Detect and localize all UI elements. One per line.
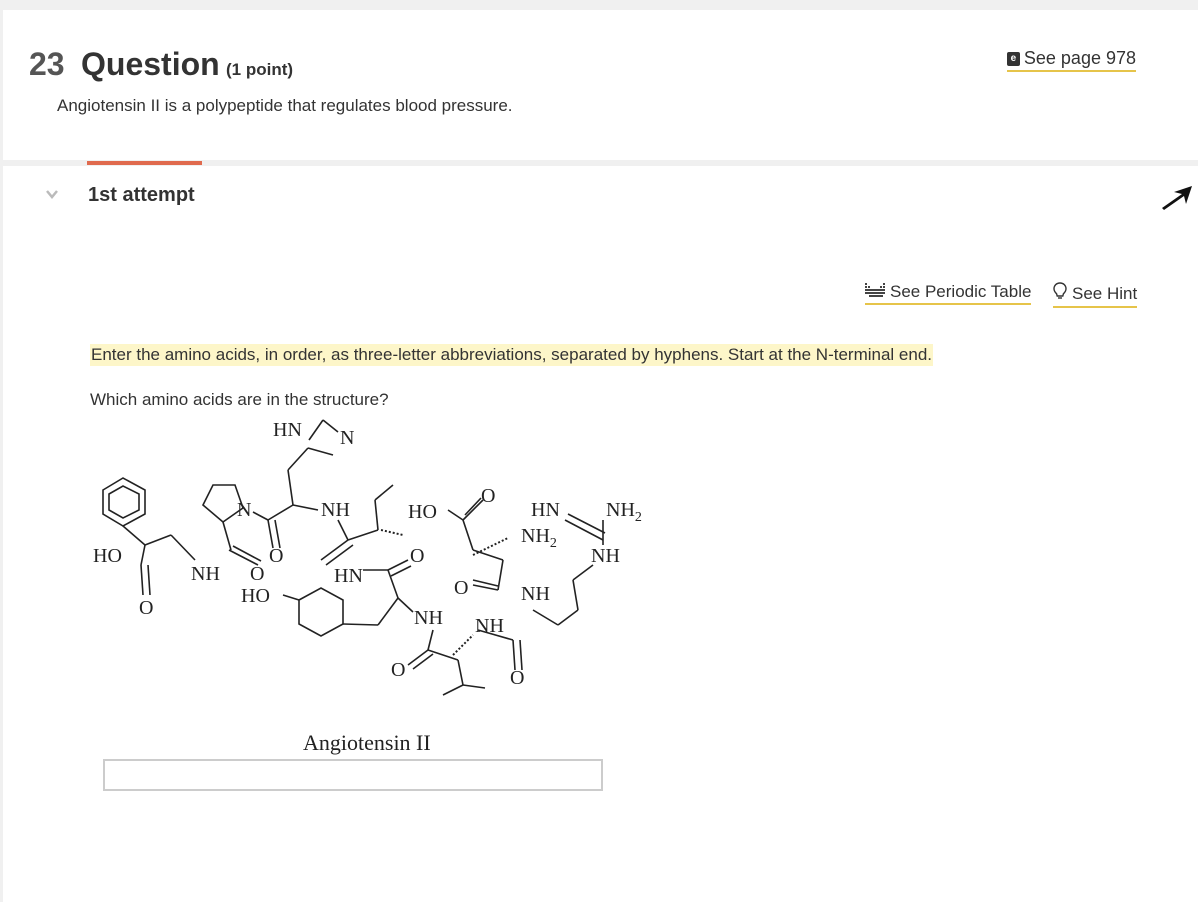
- attempt-label[interactable]: 1st attempt: [88, 184, 195, 207]
- question-header: 23 Question (1 point) Angiotensin II is …: [3, 10, 1198, 160]
- periodic-table-label: See Periodic Table: [890, 282, 1032, 301]
- question-prompt: Which amino acids are in the structure?: [90, 390, 389, 409]
- struct-atom-label: O: [454, 577, 468, 599]
- struct-atom-label: HN: [531, 499, 560, 521]
- question-stem: Angiotensin II is a polypeptide that reg…: [57, 96, 513, 115]
- hint-link[interactable]: See Hint: [1053, 282, 1138, 308]
- hint-label: See Hint: [1072, 283, 1138, 303]
- struct-atom-label: NH: [521, 583, 550, 605]
- ebook-icon: e: [1006, 51, 1020, 66]
- struct-atom-label: NH: [591, 545, 620, 567]
- struct-atom-label: NH: [475, 615, 504, 637]
- struct-atom-label: HO: [241, 585, 270, 607]
- struct-atom-label: NH: [414, 607, 443, 629]
- lightbulb-icon: [1053, 282, 1067, 305]
- struct-atom-label: NH2: [606, 499, 642, 525]
- struct-atom-label: NH2: [521, 525, 557, 551]
- chevron-down-icon[interactable]: [45, 186, 59, 202]
- struct-atom-label: NH: [321, 499, 350, 521]
- struct-atom-label: N: [340, 427, 354, 449]
- struct-atom-label: N: [237, 499, 251, 521]
- struct-atom-label: HN: [273, 419, 302, 441]
- structure-caption: Angiotensin II: [303, 730, 431, 755]
- angiotensin-structure: HN N N NH HO O HN NH2 NH2 HO NH O O O HN…: [93, 419, 642, 755]
- struct-atom-label: NH: [191, 563, 220, 585]
- question-number: 23: [29, 46, 65, 82]
- see-page-label: See page 978: [1023, 48, 1136, 68]
- struct-atom-label: HN: [334, 565, 363, 587]
- struct-atom-label: O: [410, 545, 424, 567]
- periodic-table-link[interactable]: See Periodic Table: [865, 282, 1032, 305]
- see-page-link[interactable]: e See page 978: [1006, 48, 1136, 72]
- question-title: Question: [81, 46, 220, 82]
- struct-atom-label: HO: [408, 501, 437, 523]
- struct-atom-label: O: [481, 485, 495, 507]
- struct-atom-label: O: [510, 667, 524, 689]
- instructions-text: Enter the amino acids, in order, as thre…: [90, 344, 934, 366]
- attempt-panel: 1st attempt See Periodic Table See Hint …: [3, 161, 1198, 902]
- struct-atom-label: O: [391, 659, 405, 681]
- struct-atom-label: O: [269, 545, 283, 567]
- struct-atom-label: HO: [93, 545, 122, 567]
- struct-atom-label: O: [139, 597, 153, 619]
- mouse-cursor-icon: [1160, 182, 1194, 217]
- answer-input[interactable]: [103, 759, 603, 791]
- struct-atom-label: O: [250, 563, 264, 585]
- question-points: (1 point): [226, 60, 294, 79]
- attempt-tab-indicator: [87, 161, 202, 165]
- periodic-table-icon: [865, 282, 885, 302]
